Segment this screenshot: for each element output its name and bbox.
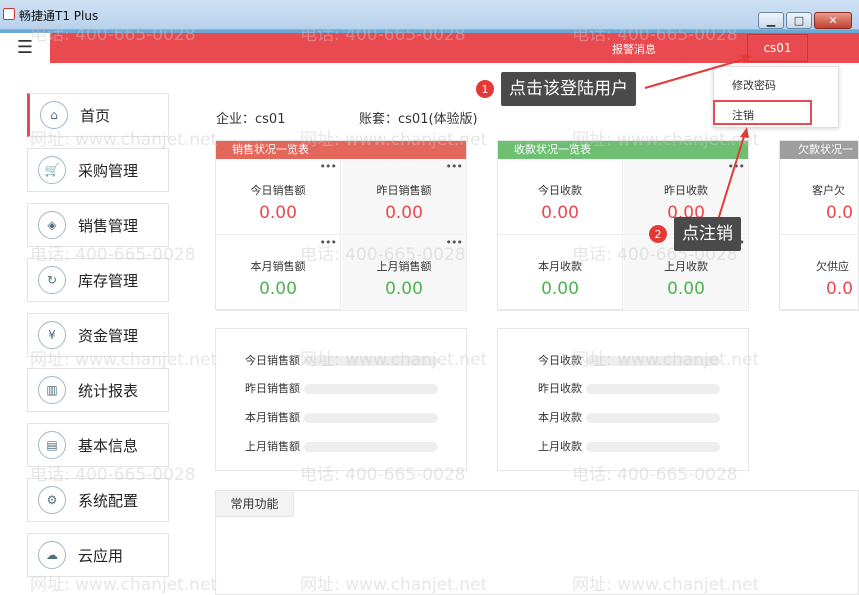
arrow-step2	[717, 132, 746, 221]
arrow-step1	[644, 57, 749, 89]
step-1-badge: 1	[475, 79, 495, 99]
arrowhead-icon	[740, 127, 749, 138]
annotation-arrows	[644, 55, 752, 221]
arrowhead-icon	[741, 55, 752, 63]
step-2-callout: 点注销	[674, 217, 741, 251]
step-1-callout: 点击该登陆用户	[501, 72, 636, 106]
step-2-badge: 2	[648, 224, 668, 244]
